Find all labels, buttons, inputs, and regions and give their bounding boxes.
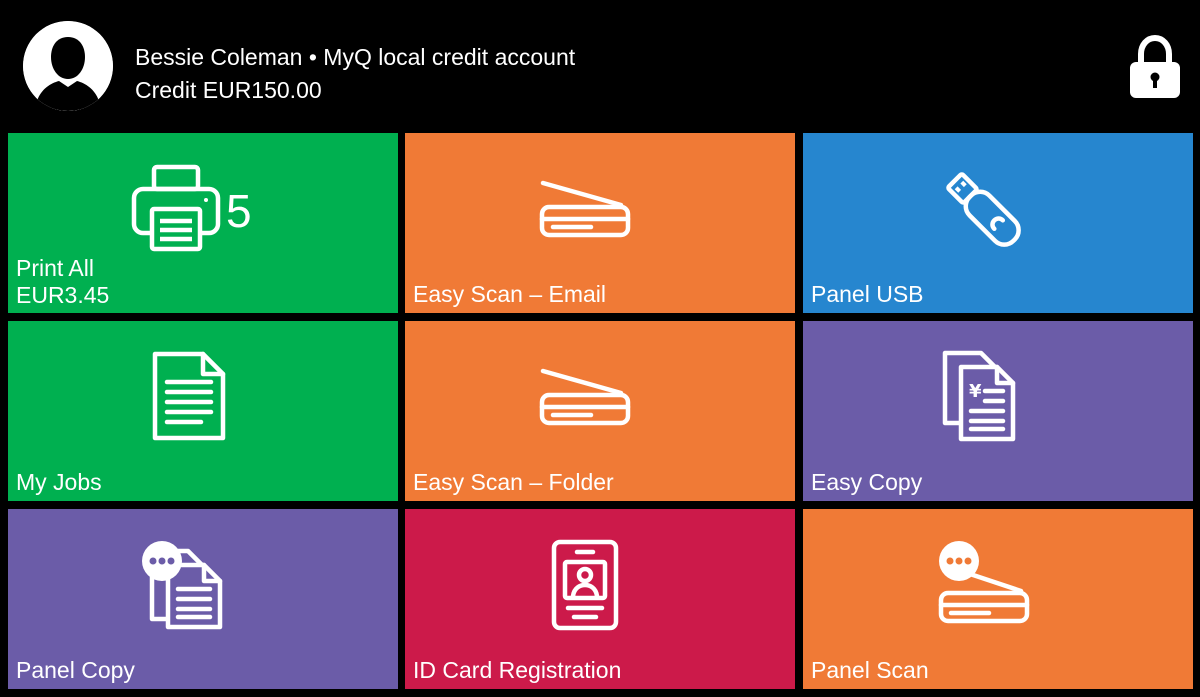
user-silhouette-icon [23, 21, 113, 111]
panel-copy-label: Panel Copy [16, 657, 135, 683]
tile-panel-scan[interactable]: Panel Scan [803, 509, 1193, 689]
credit-balance: Credit EUR150.00 [135, 77, 322, 103]
print-all-label: Print All [16, 255, 94, 281]
scanner-icon [539, 179, 631, 246]
document-icon [151, 350, 227, 449]
easy-scan-folder-label: Easy Scan – Folder [413, 469, 614, 495]
panel-usb-label: Panel USB [811, 281, 924, 307]
header-bar: Bessie Coleman • MyQ local credit accoun… [0, 0, 1200, 130]
svg-text:¥: ¥ [969, 381, 982, 402]
tile-panel-usb[interactable]: Panel USB [803, 133, 1193, 313]
tile-easy-scan-folder[interactable]: Easy Scan – Folder [405, 321, 795, 501]
tile-panel-copy[interactable]: Panel Copy [8, 509, 398, 689]
user-account-name: Bessie Coleman • MyQ local credit accoun… [135, 44, 576, 70]
tile-easy-scan-email[interactable]: Easy Scan – Email [405, 133, 795, 313]
panel-scan-label: Panel Scan [811, 657, 929, 683]
usb-drive-icon [935, 161, 1031, 262]
copy-more-icon [140, 537, 236, 636]
tile-easy-copy[interactable]: ¥ Easy Copy [803, 321, 1193, 501]
my-jobs-label: My Jobs [16, 469, 102, 495]
printer-icon [130, 163, 222, 258]
print-all-price: EUR3.45 [16, 282, 110, 308]
tile-print-all[interactable]: 5 Print All EUR3.45 [8, 133, 398, 313]
lock-button[interactable] [1127, 34, 1183, 100]
tile-id-card-registration[interactable]: ID Card Registration [405, 509, 795, 689]
easy-scan-email-label: Easy Scan – Email [413, 281, 607, 307]
tile-my-jobs[interactable]: My Jobs [8, 321, 398, 501]
print-job-count: 5 [226, 185, 252, 237]
lock-icon [1130, 34, 1180, 98]
scanner-more-icon [935, 539, 1031, 632]
id-card-registration-label: ID Card Registration [413, 657, 622, 683]
easy-copy-label: Easy Copy [811, 469, 923, 495]
avatar [23, 21, 113, 111]
id-card-icon [550, 538, 620, 637]
copy-documents-icon: ¥ [941, 349, 1027, 448]
scanner-icon [539, 367, 631, 434]
